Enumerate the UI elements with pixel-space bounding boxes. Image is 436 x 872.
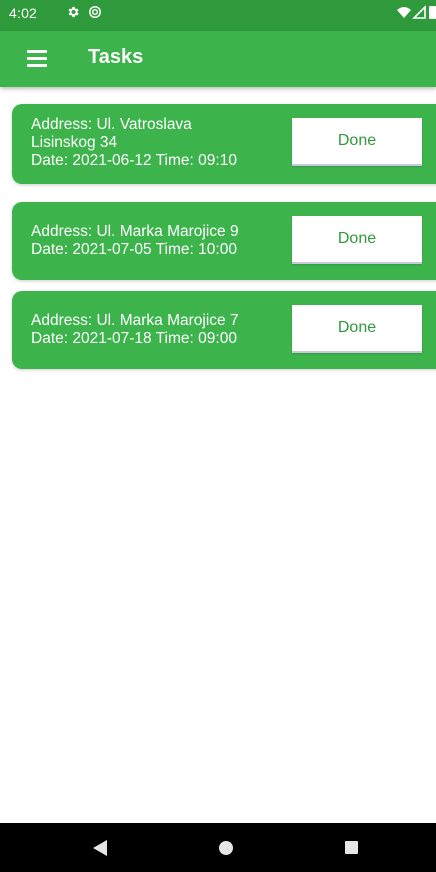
status-bar: 4:02 xyxy=(0,0,436,31)
status-indicators xyxy=(397,5,436,19)
task-datetime: Date: 2021-06-12 Time: 09:10 xyxy=(31,152,237,169)
task-datetime: Date: 2021-07-18 Time: 09:00 xyxy=(31,330,237,347)
signal-icon xyxy=(412,5,426,19)
done-button[interactable]: Done xyxy=(292,216,422,264)
task-details: Address: Ul. Marka Marojice 9 Date: 2021… xyxy=(31,223,283,259)
back-icon[interactable] xyxy=(93,840,107,856)
task-card: Address: Ul. Marka Marojice 9 Date: 2021… xyxy=(12,202,436,280)
wifi-icon xyxy=(397,7,411,18)
task-address-line: Address: Ul. Vatroslava xyxy=(31,116,192,133)
task-address-line: Lisinskog 34 xyxy=(31,134,118,151)
recents-icon[interactable] xyxy=(345,841,358,854)
done-button[interactable]: Done xyxy=(292,305,422,353)
task-address-line: Address: Ul. Marka Marojice 9 xyxy=(31,223,239,240)
home-icon[interactable] xyxy=(219,841,233,855)
hamburger-menu-icon[interactable] xyxy=(27,50,47,68)
gear-icon xyxy=(68,6,79,18)
sync-icon xyxy=(89,6,101,18)
task-address-line: Address: Ul. Marka Marojice 7 xyxy=(31,312,239,329)
done-button[interactable]: Done xyxy=(292,118,422,166)
task-card: Address: Ul. Marka Marojice 7 Date: 2021… xyxy=(12,291,436,369)
app-bar: Tasks xyxy=(0,31,436,87)
page-title: Tasks xyxy=(88,46,144,68)
task-details: Address: Ul. Vatroslava Lisinskog 34 Dat… xyxy=(31,116,283,170)
task-details: Address: Ul. Marka Marojice 7 Date: 2021… xyxy=(31,312,283,348)
battery-icon xyxy=(429,6,436,19)
task-card: Address: Ul. Vatroslava Lisinskog 34 Dat… xyxy=(12,104,436,184)
task-datetime: Date: 2021-07-05 Time: 10:00 xyxy=(31,241,237,258)
navigation-bar xyxy=(0,823,436,872)
status-time: 4:02 xyxy=(9,5,38,21)
